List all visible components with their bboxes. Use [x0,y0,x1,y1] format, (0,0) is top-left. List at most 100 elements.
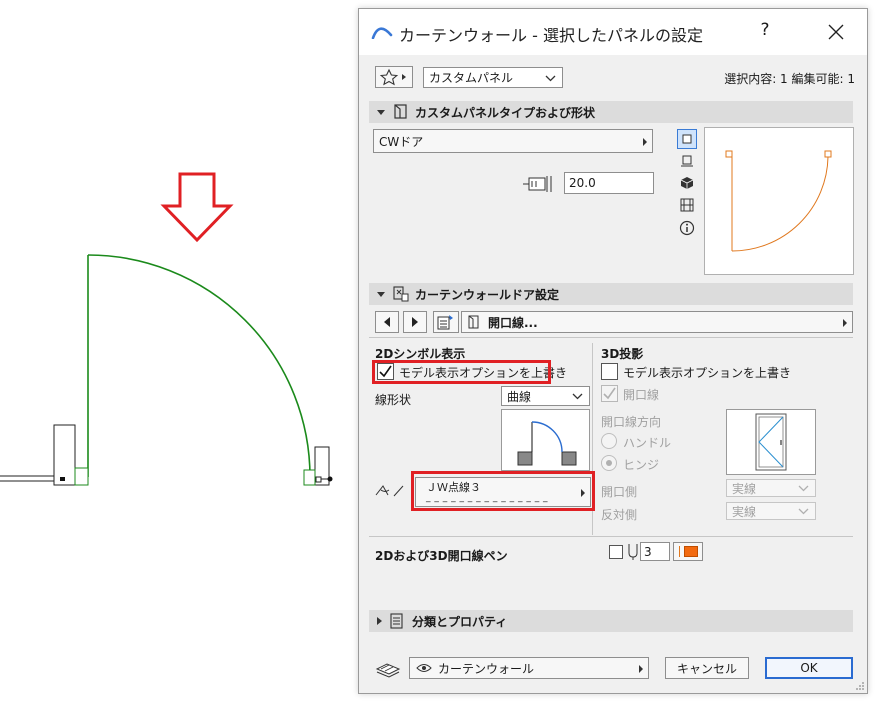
section-header-door-settings[interactable]: カーテンウォールドア設定 [369,283,853,305]
opening-line-checkbox[interactable] [601,385,618,402]
favorite-selector-value: カスタムパネル [429,71,514,85]
chevron-right-icon [639,665,643,673]
opening-line-label: 開口線 [623,388,660,402]
close-button[interactable] [821,17,851,47]
line-shape-value: 曲線 [507,389,532,404]
elevation-view-icon [680,198,694,212]
layer-icon [375,663,401,678]
drawing-canvas[interactable] [0,0,358,700]
override-3d-checkbox[interactable] [601,363,618,380]
section-header-classification[interactable]: 分類とプロパティ [369,610,853,632]
door-swing-arc [87,254,311,478]
favorites-button[interactable] [375,66,413,88]
selection-info: 選択内容: 1 編集可能: 1 [724,72,855,86]
cube-icon [680,177,694,189]
opposite-side-label: 反対側 [601,508,638,522]
view-3d-button[interactable] [677,173,697,193]
layer-value: カーテンウォール [438,661,535,676]
collapse-triangle-icon [377,291,385,297]
hinge-radio[interactable] [601,455,617,471]
panel-settings-dialog: カーテンウォール - 選択したパネルの設定 ? カスタムパネル 選択内容: 1 … [358,8,868,694]
line-type-selector[interactable]: ＪＷ点線３ _ _ _ _ _ _ _ _ _ _ _ _ _ _ _ [415,477,591,507]
chevron-down-icon [798,485,809,492]
chevron-down-icon [798,508,809,515]
pen-override-checkbox[interactable] [609,545,623,559]
page-list-icon [437,315,453,330]
view-elevation-button[interactable] [677,195,697,215]
opening-pen-label: 2Dおよび3D開口線ペン [375,549,508,563]
ok-button[interactable]: OK [765,657,853,679]
left-hinge-box [74,467,89,486]
close-icon [828,24,844,40]
view-section-button[interactable] [677,151,697,171]
pen-color-button[interactable] [673,542,703,561]
symbol-2d-heading: 2Dシンボル表示 [375,347,466,361]
handle-radio[interactable] [601,433,617,449]
panel-type-value: CWドア [379,134,424,149]
dialog-title: カーテンウォール - 選択したパネルの設定 [399,26,703,45]
layer-selector[interactable]: カーテンウォール [409,657,649,679]
thickness-input[interactable]: 20.0 [564,172,654,194]
document-icon [390,613,406,629]
collapse-triangle-icon [377,109,385,115]
resize-grip-icon[interactable] [855,681,865,691]
override-2d-label: モデル表示オプションを上書き [399,366,568,380]
archicad-logo-icon [371,27,393,39]
opening-side-value: 実線 [732,481,757,496]
square-icon [682,134,692,144]
projection-3d-heading: 3D投影 [601,347,644,361]
arrow-left-icon [384,317,390,327]
page-selector-label: 開口線... [488,315,538,330]
chevron-right-icon [581,489,585,497]
handle-label: ハンドル [623,436,672,450]
info-icon [679,220,695,236]
line-shape-select[interactable]: 曲線 [501,386,590,406]
line-shape-preview [501,409,590,471]
cancel-button[interactable]: キャンセル [665,657,749,679]
view-2d-plan-button[interactable] [677,129,697,149]
title-bar: カーテンウォール - 選択したパネルの設定 ? [359,9,867,55]
previous-page-button[interactable] [375,311,399,333]
opening-side-select[interactable]: 実線 [726,479,816,497]
right-jamb-box [303,469,316,486]
door-elevation-icon [755,413,787,471]
section-header-panel-type[interactable]: カスタムパネルタイプおよび形状 [369,101,853,123]
section-title-door-settings: カーテンウォールドア設定 [415,287,560,302]
section-title-classification: 分類とプロパティ [412,614,508,629]
checkmark-icon [379,365,392,378]
override-2d-checkbox[interactable] [377,363,394,380]
checkmark-icon [603,387,616,400]
chevron-right-icon [843,319,847,327]
pen-color-swatch [683,546,698,557]
star-icon [379,68,406,86]
chevron-down-icon [545,75,556,81]
red-arrow-indicator [160,172,234,243]
page-icon [468,315,479,329]
panel-type-selector[interactable]: CWドア [373,129,653,153]
help-button[interactable]: ? [751,20,779,40]
section-title-panel-type: カスタムパネルタイプおよび形状 [415,105,596,120]
thickness-icon [523,176,552,192]
section-view-icon [681,155,693,167]
line-type-dashes: _ _ _ _ _ _ _ _ _ _ _ _ _ _ _ [426,493,549,503]
opening-direction-preview [726,409,816,475]
door-settings-icon [393,286,409,302]
next-page-button[interactable] [403,311,427,333]
opposite-side-select[interactable]: 実線 [726,502,816,520]
curved-line-shape-icon [517,421,577,466]
pen-icon [628,544,638,560]
opening-side-label: 開口側 [601,485,638,499]
favorite-selector[interactable]: カスタムパネル [423,67,563,88]
panel-preview [704,127,854,275]
page-list-button[interactable] [433,311,459,333]
page-selector[interactable]: 開口線... [461,311,853,333]
panel-shape-icon [393,104,409,120]
left-mullion [53,424,76,486]
opening-direction-label: 開口線方向 [601,415,662,429]
door-preview-drawing [725,150,832,252]
pen-number-input[interactable]: 3 [640,542,670,561]
chevron-right-icon [643,138,647,146]
hinge-label: ヒンジ [623,458,660,472]
eye-icon [416,664,432,672]
info-button[interactable] [677,218,697,238]
